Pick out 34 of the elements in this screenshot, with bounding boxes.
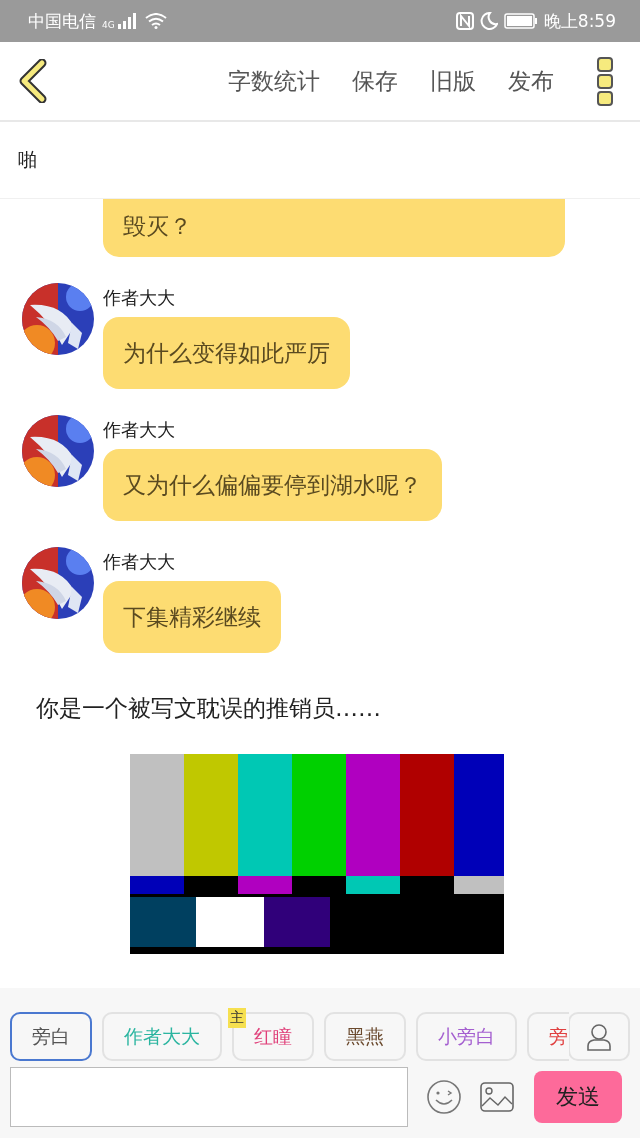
character-tab[interactable]: 黑燕 bbox=[324, 1012, 406, 1061]
network-label: 4G bbox=[102, 19, 115, 30]
input-field[interactable] bbox=[10, 1067, 408, 1127]
main-badge: 主 bbox=[228, 1008, 246, 1028]
message-bubble: 又为什么偏偏要停到湖水呢？ bbox=[103, 449, 442, 521]
author-name: 作者大大 bbox=[103, 421, 175, 439]
wifi-icon bbox=[144, 13, 167, 29]
message-bubble: 为什么变得如此严厉 bbox=[103, 317, 350, 389]
character-tab[interactable]: 旁 bbox=[527, 1012, 569, 1061]
character-tab[interactable]: 小旁白 bbox=[416, 1012, 517, 1061]
header-action[interactable]: 发布 bbox=[508, 65, 554, 97]
signal-icon bbox=[116, 13, 139, 29]
character-tab[interactable]: 旁白 bbox=[10, 1012, 92, 1061]
story-title: 啪 bbox=[18, 147, 37, 172]
back-icon[interactable] bbox=[18, 59, 48, 103]
narration-text: 你是一个被写文耽误的推销员…… bbox=[36, 694, 381, 723]
header-action[interactable]: 字数统计 bbox=[228, 65, 320, 97]
message-bubble: 毁灭？ bbox=[103, 199, 565, 257]
menu-icon[interactable] bbox=[596, 56, 614, 106]
time-label: 晚上8:59 bbox=[543, 9, 616, 33]
image-icon[interactable] bbox=[480, 1082, 514, 1112]
author-name: 作者大大 bbox=[103, 289, 175, 307]
battery-icon bbox=[503, 13, 538, 29]
carrier-label: 中国电信 bbox=[28, 9, 96, 33]
moon-icon bbox=[479, 12, 498, 30]
send-button[interactable]: 发送 bbox=[534, 1071, 622, 1123]
nfc-icon bbox=[455, 12, 474, 30]
author-name: 作者大大 bbox=[103, 553, 175, 571]
emoji-icon[interactable] bbox=[426, 1079, 462, 1115]
person-icon bbox=[586, 1022, 612, 1051]
character-button[interactable] bbox=[568, 1012, 630, 1061]
header-action[interactable]: 旧版 bbox=[430, 65, 476, 97]
header-action[interactable]: 保存 bbox=[352, 65, 398, 97]
message-bubble: 下集精彩继续 bbox=[103, 581, 281, 653]
